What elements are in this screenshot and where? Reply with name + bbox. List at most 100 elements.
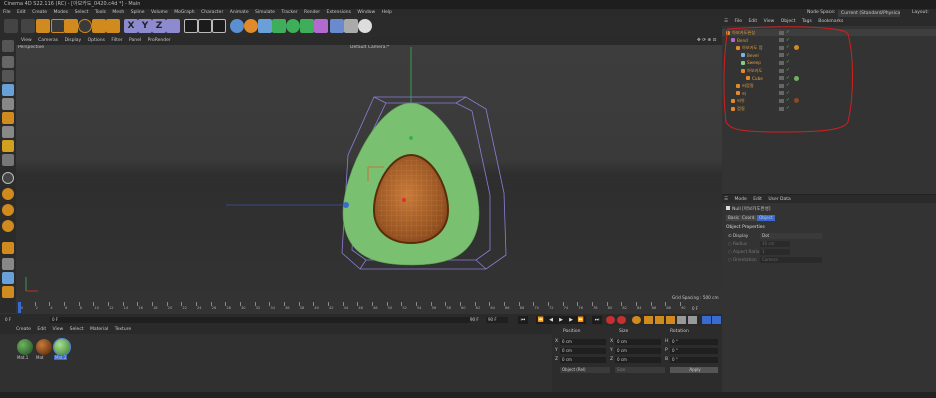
material-name-2[interactable]: Mat <box>36 355 43 360</box>
attr-aspect-field[interactable]: 1 <box>760 249 790 255</box>
redo-icon[interactable] <box>21 19 35 33</box>
attr-tab-object[interactable]: Object <box>757 215 775 221</box>
om-menu-object[interactable]: Object <box>781 19 796 24</box>
generator-icon[interactable] <box>272 19 286 33</box>
menu-tracker[interactable]: Tracker <box>281 10 297 15</box>
viewport[interactable]: Perspective Default Camera:* Grid Spacin… <box>16 45 722 302</box>
om-menu-tags[interactable]: Tags <box>802 19 812 24</box>
goto-end-icon[interactable]: ⏭ <box>592 316 602 324</box>
render-view-icon[interactable] <box>184 19 198 33</box>
material-name-3[interactable]: Mat.2 <box>54 355 68 360</box>
node-space-dropdown[interactable]: Current (Standard/Physical) <box>838 9 900 17</box>
menu-mesh[interactable]: Mesh <box>112 10 124 15</box>
mat-menu-view[interactable]: View <box>53 327 64 332</box>
edges-mode-icon[interactable] <box>2 126 14 138</box>
viewport-menu-display[interactable]: Display <box>65 38 82 43</box>
viewport-menu-cameras[interactable]: Cameras <box>38 38 58 43</box>
preview-end-field[interactable]: 90 F <box>486 317 508 323</box>
mat-menu-create[interactable]: Create <box>16 327 31 332</box>
coord-size-y[interactable]: 0 cm <box>615 348 661 354</box>
sculpt-icon[interactable] <box>2 188 14 200</box>
axis-mode-icon[interactable] <box>2 154 14 166</box>
attr-display-dropdown[interactable]: Dot <box>760 233 822 239</box>
viewport-menu-options[interactable]: Options <box>88 38 105 43</box>
live-selection-icon[interactable] <box>36 19 50 33</box>
viewport-menu-panel[interactable]: Panel <box>129 38 141 43</box>
light-icon[interactable] <box>358 19 372 33</box>
coord-mode-dropdown[interactable]: Object (Rel) <box>560 367 610 373</box>
coord-pos-x[interactable]: 0 cm <box>560 339 606 345</box>
points-mode-icon[interactable] <box>2 112 14 124</box>
play-icon[interactable]: ▶ <box>556 316 566 324</box>
playhead[interactable] <box>18 302 21 313</box>
om-menu-view[interactable]: View <box>764 19 775 24</box>
deformer-icon[interactable] <box>314 19 328 33</box>
menu-select[interactable]: Select <box>75 10 89 15</box>
attr-menu-user-data[interactable]: User Data <box>768 197 790 202</box>
coord-rot-b[interactable]: 0 ° <box>670 357 718 363</box>
coord-size-x[interactable]: 0 cm <box>615 339 661 345</box>
attr-orientation-dropdown[interactable]: Camera <box>760 257 822 263</box>
om-list-icon[interactable]: ☰ <box>724 19 728 24</box>
auto-key-icon[interactable] <box>617 316 626 324</box>
menu-window[interactable]: Window <box>357 10 375 15</box>
attr-menu-edit[interactable]: Edit <box>753 197 762 202</box>
tweak-mode-icon[interactable] <box>2 272 14 284</box>
key-param-icon[interactable] <box>677 316 686 324</box>
material-name-1[interactable]: Mat.1 <box>17 355 28 360</box>
viewport-menu-filter[interactable]: Filter <box>111 38 122 43</box>
axis-z-button[interactable]: Z <box>152 19 166 33</box>
menu-character[interactable]: Character <box>201 10 223 15</box>
attr-menu-mode[interactable]: Mode <box>734 197 746 202</box>
menu-file[interactable]: File <box>3 10 11 15</box>
key-rotation-icon[interactable] <box>655 316 664 324</box>
om-menu-edit[interactable]: Edit <box>748 19 757 24</box>
menu-simulate[interactable]: Simulate <box>255 10 275 15</box>
menu-render[interactable]: Render <box>304 10 320 15</box>
coord-pos-y[interactable]: 0 cm <box>560 348 606 354</box>
key-scale-icon[interactable] <box>666 316 675 324</box>
menu-animate[interactable]: Animate <box>230 10 249 15</box>
viewport-menu-prorender[interactable]: ProRender <box>148 38 171 43</box>
current-frame-field[interactable]: 0 F <box>3 317 25 323</box>
key-position-icon[interactable] <box>644 316 653 324</box>
menu-extensions[interactable]: Extensions <box>327 10 351 15</box>
solo-icon[interactable] <box>2 242 14 254</box>
keyframe-selection-icon[interactable] <box>632 316 641 324</box>
transform-tools-icon[interactable] <box>106 19 120 33</box>
key-pla-icon[interactable] <box>688 316 697 324</box>
render-picture-viewer-icon[interactable] <box>198 19 212 33</box>
coordinate-system-icon[interactable] <box>166 19 180 33</box>
mat-menu-edit[interactable]: Edit <box>37 327 46 332</box>
axis-x-button[interactable]: X <box>124 19 138 33</box>
attr-list-icon[interactable]: ☰ <box>724 197 728 202</box>
end-frame-field[interactable]: 90 F <box>468 317 486 323</box>
menu-mograph[interactable]: MoGraph <box>174 10 194 15</box>
menu-modes[interactable]: Modes <box>54 10 69 15</box>
attr-radius-field[interactable]: 10 cm <box>760 241 790 247</box>
prev-key-icon[interactable]: ⏪ <box>536 316 546 324</box>
undo-icon[interactable] <box>4 19 18 33</box>
make-editable-icon[interactable] <box>2 40 14 52</box>
pen-icon[interactable] <box>244 19 258 33</box>
rotate-icon[interactable] <box>78 19 92 33</box>
mat-menu-texture[interactable]: Texture <box>115 327 131 332</box>
scale-icon[interactable] <box>64 19 78 33</box>
om-menu-file[interactable]: File <box>734 19 742 24</box>
camera-icon[interactable] <box>344 19 358 33</box>
coord-rot-h[interactable]: 0 ° <box>670 339 718 345</box>
model-mode-icon[interactable] <box>2 84 14 96</box>
menu-create[interactable]: Create <box>32 10 47 15</box>
render-settings-icon[interactable] <box>212 19 226 33</box>
coord-size-z[interactable]: 0 cm <box>615 357 661 363</box>
move-icon[interactable] <box>51 19 65 33</box>
timeline-ruler[interactable]: 0 2 4 6 8 10 12 14 16 18 20 22 24 26 28 30 32 34 36 38 40 42 4… <box>16 302 722 314</box>
object-mode-icon[interactable] <box>2 98 14 110</box>
enable-axis-icon[interactable] <box>2 258 14 270</box>
effector-icon[interactable] <box>300 19 314 33</box>
axis-y-button[interactable]: Y <box>138 19 152 33</box>
layout-icon[interactable] <box>712 316 721 324</box>
apply-button[interactable]: Apply <box>670 367 718 373</box>
cloner-icon[interactable] <box>286 19 300 33</box>
material-swatch-1[interactable] <box>17 339 33 355</box>
